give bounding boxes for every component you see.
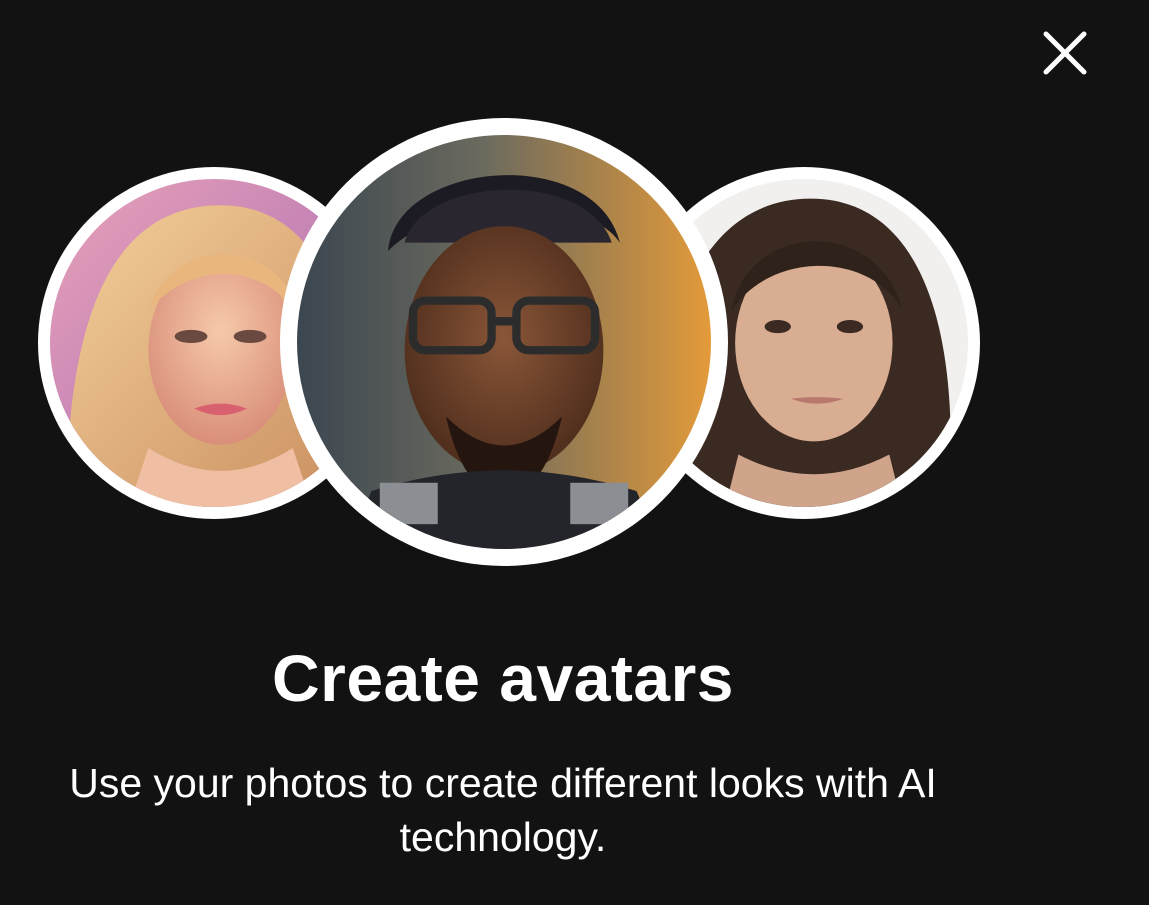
description-text: Use your photos to create different look… [0,756,1006,864]
create-avatars-screen: Create avatars Use your photos to create… [0,0,1149,905]
description-line-2: technology. [399,814,607,860]
close-icon [1043,31,1087,75]
avatar-image [297,135,711,549]
avatar-sci-fi-man [280,118,728,566]
description-line-1: Use your photos to create different look… [69,760,937,806]
page-title: Create avatars [272,641,734,715]
close-button[interactable] [1038,26,1092,80]
